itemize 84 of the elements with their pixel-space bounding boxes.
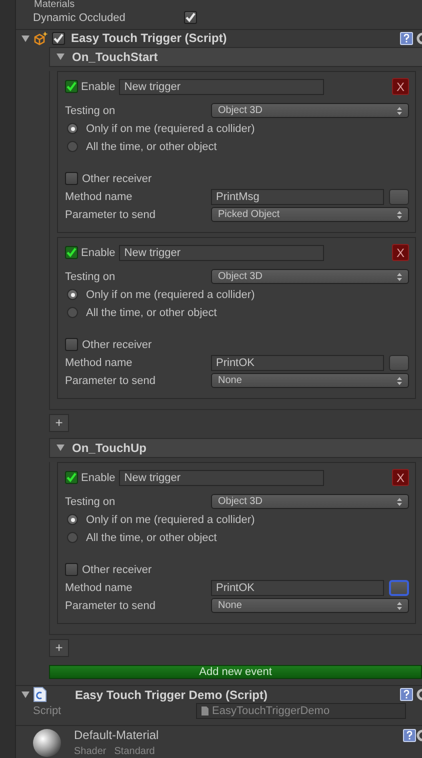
event-header[interactable]: On_TouchStart (49, 46, 422, 67)
field-label: Testing on (65, 496, 116, 508)
radio-button[interactable] (67, 532, 78, 544)
checkbox[interactable] (65, 172, 78, 186)
radio-button[interactable] (67, 141, 78, 152)
script-component-icon (33, 30, 49, 46)
checkbox[interactable] (65, 246, 78, 260)
trigger-name-field[interactable]: New trigger (119, 244, 324, 261)
material-name: Default-Material (74, 728, 159, 742)
script-field: EasyTouchTriggerDemo (196, 703, 406, 720)
method-name-field[interactable]: PrintOK (211, 580, 384, 596)
field-label: Method name (65, 582, 134, 594)
field-label: Shader (74, 746, 106, 757)
radio-label: All the time, or other object (86, 140, 217, 153)
field-label: Testing on (65, 104, 116, 117)
testing-dropdown[interactable]: Object 3D (211, 269, 409, 284)
enable-label: Enable (81, 246, 116, 259)
dropdown-arrows-icon (397, 210, 402, 219)
foldout-arrow-icon[interactable] (56, 443, 65, 452)
checkbox[interactable] (65, 80, 78, 94)
trigger-name-field[interactable]: New trigger (119, 78, 324, 95)
dropdown-arrows-icon (397, 602, 402, 610)
checkbox[interactable] (52, 32, 65, 45)
field-label: Testing on (65, 270, 116, 283)
delete-button[interactable]: X (392, 244, 409, 262)
help-icon[interactable] (400, 32, 413, 45)
radio-button[interactable] (67, 289, 78, 300)
field-label: Method name (65, 356, 134, 369)
add-event-button[interactable]: Add new event (49, 664, 422, 680)
checkbox[interactable] (65, 563, 78, 576)
checkbox[interactable] (65, 338, 78, 352)
enable-label: Enable (81, 80, 116, 93)
settings-icon[interactable] (416, 32, 422, 45)
radio-button[interactable] (67, 514, 78, 526)
shader-value: Standard (114, 746, 155, 757)
add-button[interactable]: + (49, 638, 69, 657)
section-label: Materials (34, 0, 75, 10)
delete-button[interactable]: X (392, 469, 409, 486)
help-icon[interactable] (403, 728, 416, 742)
method-name-field[interactable]: PrintOK (211, 354, 384, 371)
dropdown-arrows-icon (397, 498, 402, 506)
radio-label: Only if on me (requiered a collider) (86, 288, 255, 301)
checkbox-label: Other receiver (82, 172, 152, 185)
radio-button[interactable] (67, 307, 78, 318)
foldout-arrow-icon[interactable] (21, 690, 30, 700)
enable-label: Enable (81, 472, 116, 484)
parameter-dropdown[interactable]: Picked Object (211, 207, 409, 222)
radio-label: Only if on me (requiered a collider) (86, 514, 255, 526)
event-header[interactable]: On_TouchUp (49, 438, 422, 458)
radio-label: Only if on me (requiered a collider) (86, 122, 255, 135)
field-label: Parameter to send (65, 600, 156, 612)
settings-icon[interactable] (416, 728, 422, 742)
delete-button[interactable]: X (392, 78, 409, 96)
field-label: Parameter to send (65, 374, 156, 387)
script-file-icon (201, 706, 209, 716)
dropdown-arrows-icon (397, 106, 402, 115)
radio-button[interactable] (67, 123, 78, 134)
checkbox[interactable] (184, 11, 197, 24)
field-label: Dynamic Occluded (33, 12, 126, 24)
field-label: Script (33, 705, 62, 718)
trigger-name-field[interactable]: New trigger (119, 470, 324, 486)
field-label: Parameter to send (65, 208, 156, 221)
parameter-dropdown[interactable]: None (211, 373, 409, 388)
dropdown-arrows-icon (397, 376, 402, 385)
foldout-arrow-icon[interactable] (56, 52, 65, 62)
help-icon[interactable] (400, 688, 413, 702)
radio-label: All the time, or other object (86, 306, 217, 319)
settings-icon[interactable] (416, 688, 422, 702)
checkbox-label: Other receiver (82, 564, 152, 576)
add-button[interactable]: + (49, 414, 69, 432)
dropdown-arrows-icon (397, 272, 402, 281)
testing-dropdown[interactable]: Object 3D (211, 103, 409, 118)
checkbox[interactable] (65, 471, 78, 484)
component-title: Easy Touch Trigger (Script) (71, 31, 227, 46)
sphere-icon (32, 728, 62, 758)
testing-dropdown[interactable]: Object 3D (211, 494, 409, 510)
foldout-arrow-icon[interactable] (21, 34, 30, 43)
csharp-script-icon (33, 687, 47, 702)
method-name-field[interactable]: PrintMsg (211, 188, 384, 205)
field-label: Method name (65, 190, 134, 203)
parameter-dropdown[interactable]: None (211, 598, 409, 614)
component-title: Easy Touch Trigger Demo (Script) (75, 688, 268, 702)
checkbox-label: Other receiver (82, 338, 152, 351)
radio-label: All the time, or other object (86, 532, 217, 544)
